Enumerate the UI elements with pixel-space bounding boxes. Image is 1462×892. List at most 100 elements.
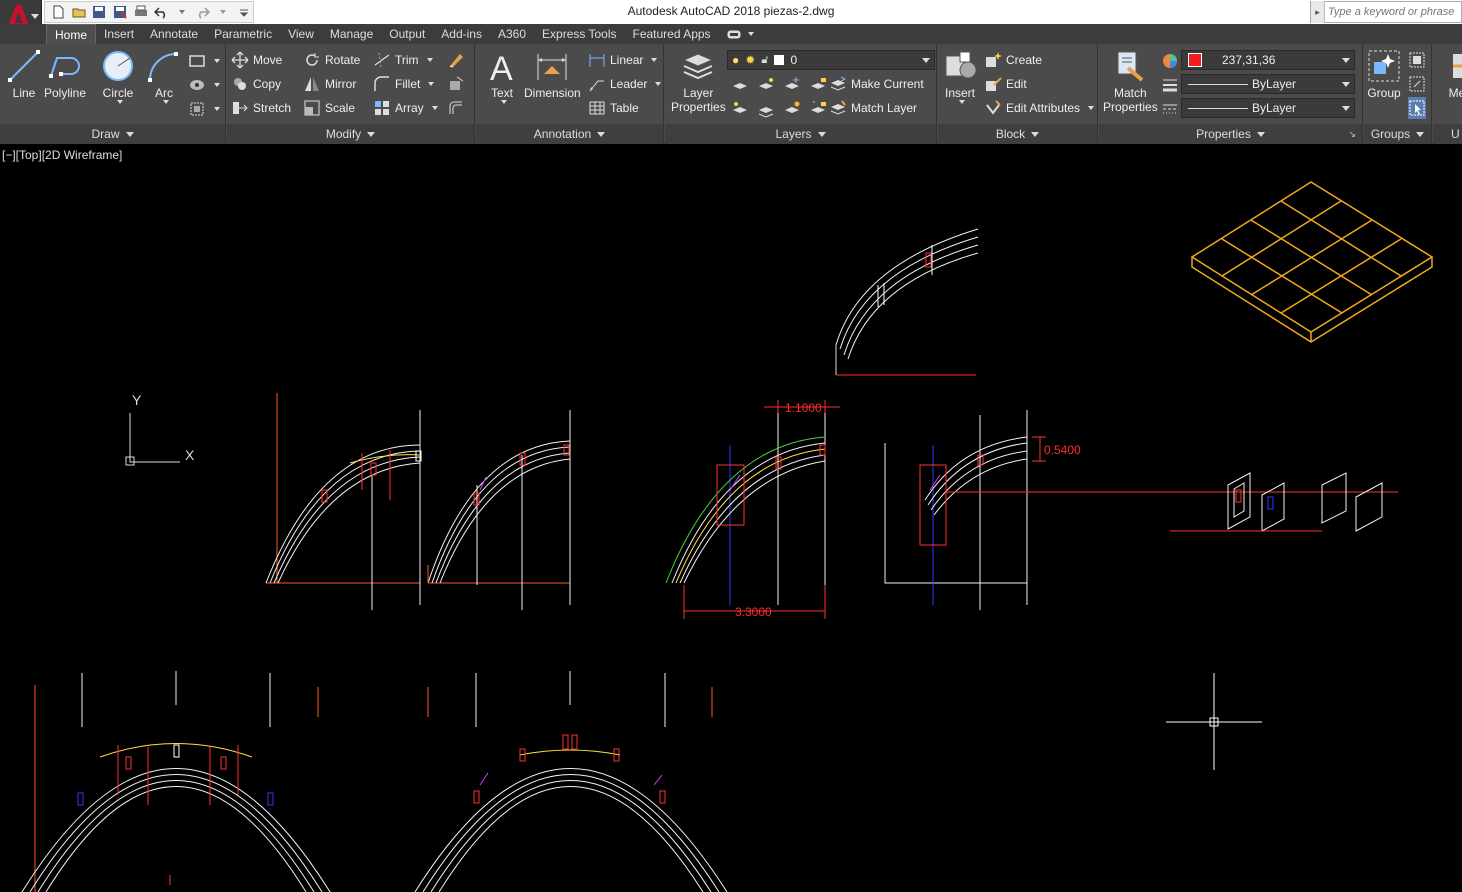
- rotate-button[interactable]: Rotate: [303, 49, 360, 71]
- measure-button[interactable]: Me: [1439, 48, 1462, 100]
- arch-piece-2[interactable]: [427, 410, 571, 610]
- rectangle-button[interactable]: [188, 50, 220, 72]
- leader-button[interactable]: Leader: [588, 73, 662, 95]
- rectangle-dropdown-icon[interactable]: [214, 59, 220, 63]
- copy-button[interactable]: Copy: [231, 73, 281, 95]
- polyline-button[interactable]: Polyline: [44, 48, 86, 100]
- tab-view[interactable]: View: [280, 24, 322, 44]
- properties-dialog-launcher-icon[interactable]: ↘: [1348, 124, 1356, 144]
- drawing-viewport[interactable]: Y X 1.1000 3.3000 0.5400 [−][Top][2D Wir…: [0, 145, 1462, 892]
- fillet-dropdown-icon[interactable]: [428, 82, 435, 86]
- move-button[interactable]: Move: [231, 49, 282, 71]
- top-arch-detail[interactable]: [835, 228, 979, 376]
- edit-attributes-button[interactable]: Edit Attributes: [984, 97, 1095, 119]
- line-button[interactable]: Line: [6, 48, 42, 100]
- insert-dropdown-icon[interactable]: [959, 100, 965, 104]
- layer-unlock-icon[interactable]: [809, 100, 827, 118]
- offset-button[interactable]: [447, 97, 465, 119]
- dimension-button[interactable]: Dimension: [524, 48, 581, 100]
- array-dropdown-icon[interactable]: [431, 106, 438, 110]
- bottom-arch-left[interactable]: [21, 743, 331, 892]
- dimension-bottom-text[interactable]: 3.3000: [735, 605, 772, 619]
- object-color-icon-btn[interactable]: [1161, 50, 1179, 72]
- modify-panel-title[interactable]: Modify: [227, 124, 474, 144]
- group-button[interactable]: Group: [1366, 48, 1402, 100]
- arc-button[interactable]: Arc: [146, 48, 182, 104]
- layers-panel-title[interactable]: Layers: [665, 124, 936, 144]
- scale-button[interactable]: Scale: [303, 97, 355, 119]
- edit-block-button[interactable]: Edit: [984, 73, 1027, 95]
- make-current-button[interactable]: Make Current: [829, 73, 924, 95]
- search-input[interactable]: [1325, 3, 1459, 21]
- linetype-icon-btn[interactable]: [1161, 98, 1179, 120]
- layer-dropdown[interactable]: ● ✹ 🔓︎ 0: [727, 50, 935, 70]
- ribbon-toggle-dropdown-icon[interactable]: [747, 32, 754, 36]
- isometric-grid[interactable]: [1190, 181, 1434, 343]
- tab-a360[interactable]: A360: [490, 24, 534, 44]
- redo-dropdown-icon[interactable]: [215, 3, 233, 21]
- layer-freeze-icon[interactable]: [783, 76, 801, 94]
- redo-icon[interactable]: [194, 3, 212, 21]
- lineweight-icon-btn[interactable]: [1161, 74, 1179, 96]
- open-icon[interactable]: [70, 3, 88, 21]
- match-properties-button[interactable]: Match Properties: [1103, 48, 1158, 114]
- layer-off-icon[interactable]: [731, 76, 749, 94]
- array-button[interactable]: Array: [373, 97, 438, 119]
- undo-icon[interactable]: [153, 3, 171, 21]
- bottom-arch-right[interactable]: [414, 734, 728, 892]
- trim-button[interactable]: Trim: [373, 49, 433, 71]
- customize-icon[interactable]: [235, 3, 253, 21]
- print-icon[interactable]: [132, 3, 150, 21]
- arch-piece-4[interactable]: [884, 410, 1398, 610]
- text-dropdown-icon[interactable]: [501, 100, 507, 104]
- new-icon[interactable]: [49, 3, 67, 21]
- hatch-button[interactable]: [188, 74, 220, 96]
- boundary-dropdown-icon[interactable]: [214, 107, 220, 111]
- viewport-controls-label[interactable]: [−][Top][2D Wireframe]: [2, 148, 122, 162]
- tab-annotate[interactable]: Annotate: [142, 24, 206, 44]
- hatch-dropdown-icon[interactable]: [214, 83, 220, 87]
- tab-output[interactable]: Output: [381, 24, 433, 44]
- ribbon-toggle[interactable]: [719, 24, 754, 44]
- save-icon[interactable]: [90, 3, 108, 21]
- linear-dropdown-icon[interactable]: [651, 58, 658, 62]
- search-box[interactable]: ▸: [1310, 1, 1462, 23]
- search-expand-icon[interactable]: ▸: [1311, 1, 1325, 23]
- annotation-panel-title[interactable]: Annotation: [476, 124, 663, 144]
- bottom-reference-lines[interactable]: [34, 671, 713, 892]
- layer-properties-button[interactable]: Layer Properties: [671, 48, 726, 114]
- lineweight-dropdown[interactable]: ByLayer: [1181, 74, 1355, 94]
- arch-piece-1[interactable]: [265, 393, 422, 610]
- tab-add-ins[interactable]: Add-ins: [433, 24, 490, 44]
- circle-dropdown-icon[interactable]: [117, 100, 123, 104]
- mirror-button[interactable]: Mirror: [303, 73, 356, 95]
- tab-home[interactable]: Home: [46, 24, 97, 44]
- group-selection-button[interactable]: [1408, 97, 1426, 119]
- circle-button[interactable]: Circle: [100, 48, 136, 104]
- layer-thaw-icon[interactable]: [783, 100, 801, 118]
- tab-parametric[interactable]: Parametric: [206, 24, 280, 44]
- groups-panel-title[interactable]: Groups: [1364, 124, 1431, 144]
- boundary-button[interactable]: [188, 98, 220, 120]
- arch-piece-3[interactable]: [665, 400, 840, 619]
- tab-manage[interactable]: Manage: [322, 24, 381, 44]
- layer-isolate-icon[interactable]: [757, 76, 775, 94]
- trim-dropdown-icon[interactable]: [426, 58, 433, 62]
- tab-featured-apps[interactable]: Featured Apps: [625, 24, 719, 44]
- table-button[interactable]: Table: [588, 97, 639, 119]
- leader-dropdown-icon[interactable]: [655, 82, 662, 86]
- tab-express-tools[interactable]: Express Tools: [534, 24, 624, 44]
- layer-unisolate-icon[interactable]: [757, 100, 775, 118]
- ungroup-button[interactable]: [1408, 49, 1426, 71]
- joint-details[interactable]: [1170, 472, 1383, 532]
- insert-button[interactable]: Insert: [942, 48, 978, 104]
- drawing-canvas[interactable]: Y X 1.1000 3.3000 0.5400: [0, 145, 1462, 892]
- ribbon-minimize-icon[interactable]: [727, 30, 741, 39]
- dimension-top-text[interactable]: 1.1000: [785, 401, 822, 415]
- match-layer-button[interactable]: Match Layer: [829, 97, 917, 119]
- explode-button[interactable]: [447, 73, 465, 95]
- text-button[interactable]: A Text: [484, 48, 520, 104]
- linetype-dropdown[interactable]: ByLayer: [1181, 98, 1355, 118]
- stretch-button[interactable]: Stretch: [231, 97, 291, 119]
- properties-panel-title[interactable]: Properties ↘: [1099, 124, 1362, 144]
